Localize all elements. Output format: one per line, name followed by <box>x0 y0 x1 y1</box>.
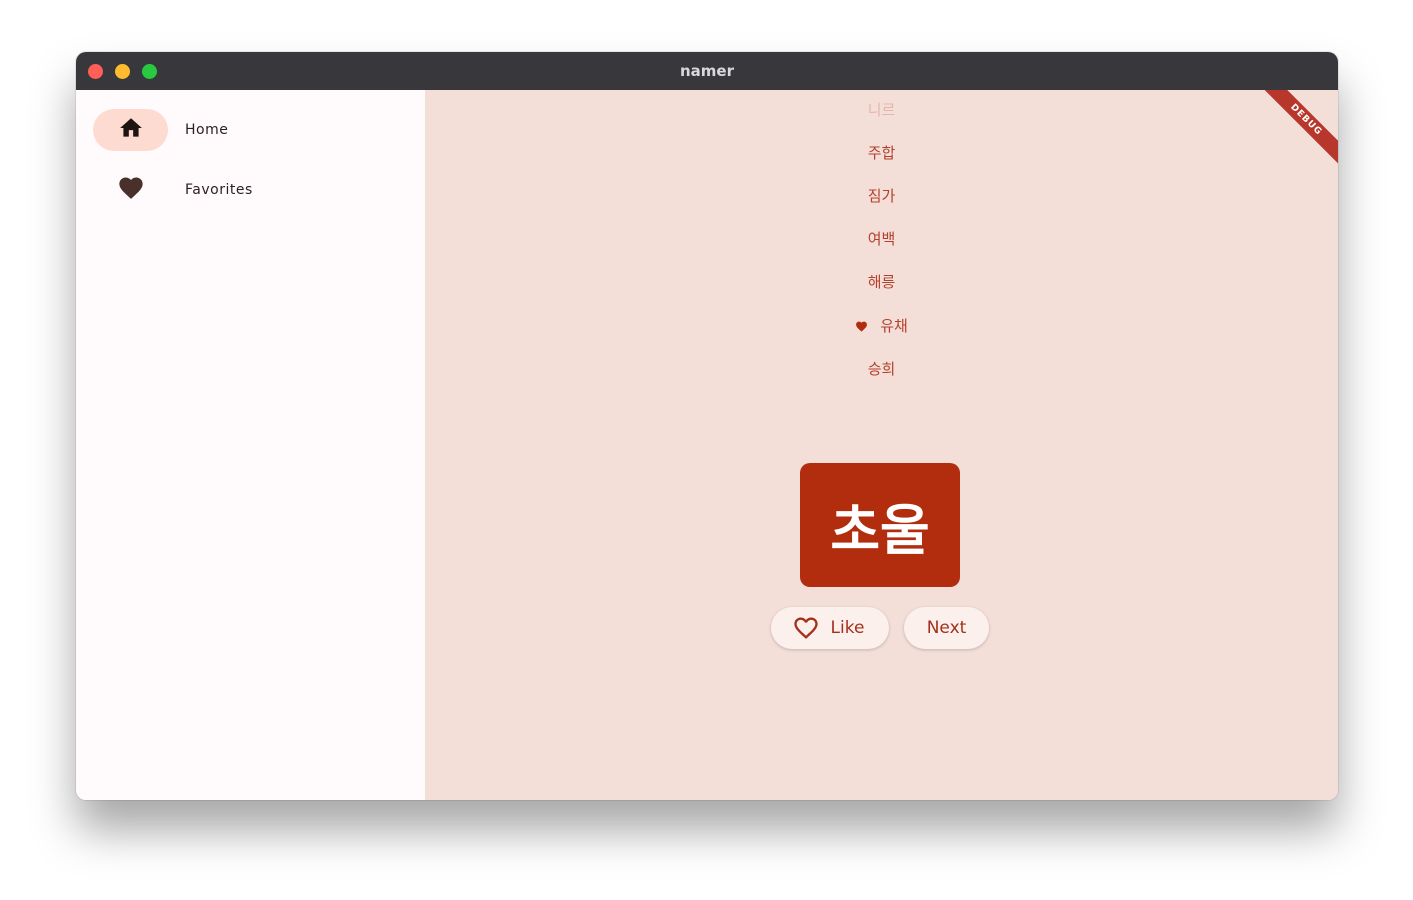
selected-indicator <box>93 109 168 151</box>
history-item[interactable]: 여백 <box>425 228 1338 250</box>
history-item[interactable]: 해릉 <box>425 271 1338 293</box>
debug-banner: DEBUG <box>1258 90 1338 170</box>
like-button[interactable]: Like <box>771 607 889 649</box>
current-word-card: 초울 <box>800 463 960 587</box>
like-button-label: Like <box>830 618 865 638</box>
history-item-favorite[interactable]: 유채 <box>425 315 1338 337</box>
title-bar[interactable]: namer <box>76 52 1338 90</box>
home-icon <box>118 115 144 145</box>
history-word: 니르 <box>867 101 896 119</box>
next-button[interactable]: Next <box>904 607 989 649</box>
history-word: 짐가 <box>867 187 896 205</box>
sidebar-item-home[interactable]: Home <box>93 108 228 152</box>
history-item[interactable]: 짐가 <box>425 185 1338 207</box>
heart-icon <box>855 320 868 333</box>
sidebar-item-label: Favorites <box>185 182 253 198</box>
sidebar-item-favorites[interactable]: Favorites <box>93 168 253 212</box>
nav-icon-container <box>93 169 168 211</box>
history-item[interactable]: 니르 <box>425 99 1338 121</box>
history-item[interactable]: 주합 <box>425 142 1338 164</box>
history-word: 여백 <box>867 230 896 248</box>
heart-icon <box>117 174 145 206</box>
heart-outline-icon <box>792 614 820 642</box>
sidebar-item-label: Home <box>185 122 229 138</box>
history-word: 승희 <box>867 360 896 378</box>
history-word: 주합 <box>867 144 896 162</box>
window-title: namer <box>679 62 734 80</box>
debug-banner-label: DEBUG <box>1258 90 1338 169</box>
history-item[interactable]: 승희 <box>425 358 1338 380</box>
next-button-label: Next <box>926 618 967 638</box>
history-word: 해릉 <box>867 273 896 291</box>
app-window: namer Home Favorites 니르 주합 짐가 여백 해릉 유채 승… <box>76 52 1338 800</box>
navigation-rail: Home Favorites <box>76 90 425 800</box>
history-word: 유채 <box>880 317 908 335</box>
generator-page: 니르 주합 짐가 여백 해릉 유채 승희 초울 Like Next DEBUG <box>425 90 1338 800</box>
current-word: 초울 <box>830 498 930 562</box>
